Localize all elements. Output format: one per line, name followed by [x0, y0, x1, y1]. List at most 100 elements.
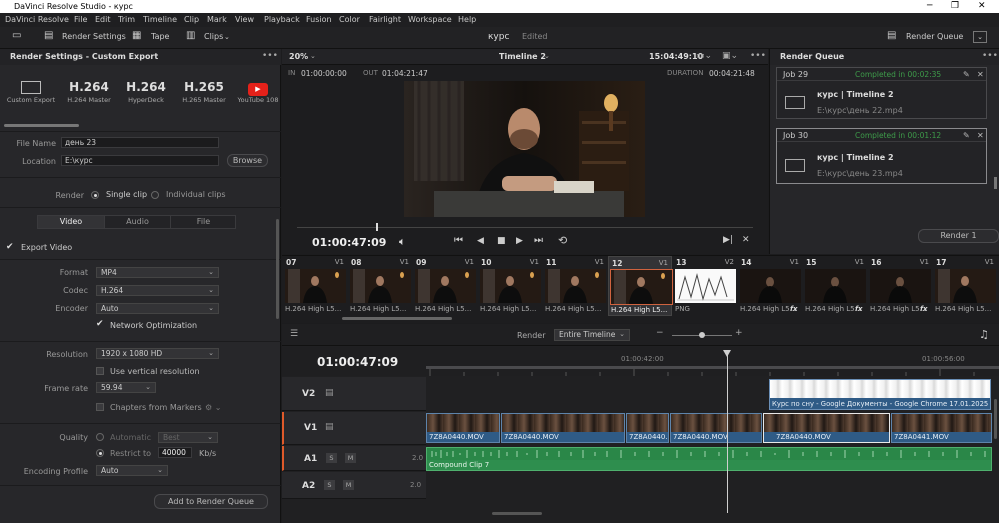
fullscreen-icon[interactable]: ⌄ — [973, 31, 987, 43]
format-select[interactable]: MP4 ⌄ — [96, 267, 219, 278]
menu-mark[interactable]: Mark — [207, 13, 227, 27]
render-settings-toggle[interactable]: Render Settings — [62, 32, 126, 41]
zoom-out-icon[interactable]: − — [656, 328, 664, 338]
v1-clip[interactable]: 7Z8A0440.MOV — [763, 413, 890, 443]
timeline-hscrollbar[interactable] — [492, 512, 542, 515]
render-queue-icon[interactable]: ▤ — [887, 30, 896, 41]
track-header-v1[interactable]: V1 ▤ — [282, 412, 426, 445]
codec-select[interactable]: H.264 ⌄ — [96, 285, 219, 296]
track-film-icon[interactable]: ▤ — [325, 388, 334, 398]
browse-button[interactable]: Browse — [227, 154, 268, 167]
tab-audio[interactable]: Audio — [104, 216, 170, 228]
menu-file[interactable]: File — [74, 13, 87, 27]
zoom-in-icon[interactable]: + — [735, 328, 743, 338]
mute-button[interactable]: M — [345, 453, 356, 463]
preset-h265-master[interactable]: H.265 H.265 Master — [176, 80, 232, 104]
individual-clips-radio[interactable] — [151, 191, 159, 199]
menu-timeline[interactable]: Timeline — [143, 13, 177, 27]
network-optimization-checkbox[interactable]: ✔ — [96, 319, 104, 329]
timeline-name[interactable]: Timeline 2 — [499, 52, 546, 61]
menu-view[interactable]: View — [235, 13, 254, 27]
menu-trim[interactable]: Trim — [118, 13, 135, 27]
close-icon[interactable]: ✕ — [978, 0, 986, 13]
clip-thumbnail[interactable]: 07 V1 H.264 High L5... — [283, 256, 347, 316]
render-queue-toggle[interactable]: Render Queue — [906, 32, 963, 41]
resolution-select[interactable]: 1920 x 1080 HD ⌄ — [96, 348, 219, 359]
play-reverse-icon[interactable]: ◀ — [477, 236, 484, 246]
menu-color[interactable]: Color — [339, 13, 360, 27]
v1-clip[interactable]: 7Z8A0440.MOV — [501, 413, 625, 443]
menu-help[interactable]: Help — [458, 13, 476, 27]
automatic-radio[interactable] — [96, 433, 104, 441]
timeline-vscrollbar[interactable] — [994, 399, 997, 439]
quality-best-select[interactable]: Best ⌄ — [158, 432, 218, 443]
v1-clip[interactable]: 7Z8A0440.MOV — [426, 413, 500, 443]
chevron-down-icon[interactable]: ⌄ — [310, 52, 316, 60]
mute-button[interactable]: M — [343, 480, 354, 490]
track-header-a2[interactable]: A2 S M 2.0 — [282, 472, 426, 499]
solo-button[interactable]: S — [324, 480, 335, 490]
preset-scrollbar[interactable] — [4, 124, 79, 127]
encoding-profile-select[interactable]: Auto ⌄ — [96, 465, 168, 476]
playhead-handle[interactable] — [723, 350, 731, 357]
close-icon[interactable]: ✕ — [742, 235, 750, 245]
maximize-icon[interactable]: ❐ — [951, 0, 959, 13]
export-video-checkbox[interactable]: ✔ — [6, 242, 14, 252]
skip-to-start-icon[interactable]: ⏮︎ — [454, 235, 463, 246]
next-clip-icon[interactable]: ▶| — [723, 235, 733, 245]
track-header-v2[interactable]: V2 ▤ — [282, 377, 426, 411]
solo-button[interactable]: S — [326, 453, 337, 463]
more-options-icon[interactable]: ••• — [262, 51, 278, 61]
clip-thumbnail[interactable]: 13 V2 PNG — [673, 256, 737, 316]
clip-thumbnail[interactable]: 11 V1 H.264 High L5... — [543, 256, 607, 316]
file-name-input[interactable]: день 23 — [61, 137, 219, 148]
menu-davinci[interactable]: DaVinci Resolve — [5, 13, 69, 27]
chapters-checkbox[interactable] — [96, 403, 104, 411]
more-options-icon[interactable]: ••• — [750, 51, 766, 61]
clip-thumbnail[interactable]: 09 V1 H.264 High L5... — [413, 256, 477, 316]
viewer-options-icon[interactable]: ▭⌄ — [696, 51, 712, 61]
clips-toggle[interactable]: Clips — [204, 32, 223, 41]
scrub-bar[interactable] — [297, 227, 753, 228]
tape-icon[interactable]: ▦ — [132, 30, 141, 41]
chevron-down-icon[interactable]: ⌄ — [224, 33, 230, 41]
a1-compound-clip[interactable]: Compound Clip 7 — [426, 447, 992, 471]
more-options-icon[interactable]: ••• — [982, 51, 998, 61]
frame-rate-select[interactable]: 59.94 ⌄ — [96, 382, 156, 393]
clip-thumbnail[interactable]: 08 V1 H.264 High L5... — [348, 256, 412, 316]
clip-thumbnail[interactable]: 14 V1 H.264 High L5... fx — [738, 256, 802, 316]
timeline-ruler[interactable]: 01:00:42:00 01:00:56:00 — [426, 347, 999, 376]
viewer-mode-icon[interactable]: ▣⌄ — [722, 51, 738, 61]
tab-video[interactable]: Video — [38, 216, 104, 228]
render-button[interactable]: Render 1 — [918, 229, 999, 243]
menu-playback[interactable]: Playback — [264, 13, 300, 27]
play-icon[interactable]: ▶ — [516, 236, 523, 246]
queue-scrollbar[interactable] — [994, 177, 997, 189]
menu-clip[interactable]: Clip — [184, 13, 199, 27]
clip-thumbnail[interactable]: 10 V1 H.264 High L5... — [478, 256, 542, 316]
loop-icon[interactable]: ⟲ — [558, 234, 567, 247]
audio-meter-icon[interactable]: ♫ — [979, 328, 989, 341]
chapters-settings-icon[interactable]: ⚙ ⌄ — [205, 403, 221, 412]
scrub-playhead[interactable] — [376, 223, 378, 231]
chevron-down-icon[interactable]: ⌄ — [544, 52, 550, 60]
track-header-a1[interactable]: A1 S M 2.0 — [282, 446, 426, 471]
preset-custom-export[interactable]: Custom Export — [4, 80, 58, 104]
volume-icon[interactable]: 🔈︎ — [399, 235, 406, 249]
edit-icon[interactable]: ✎ — [963, 68, 970, 81]
settings-scrollbar[interactable] — [276, 219, 279, 319]
v1-clip[interactable]: 7Z8A0440... — [626, 413, 669, 443]
preset-h264-master[interactable]: H.264 H.264 Master — [61, 80, 117, 104]
track-film-icon[interactable]: ▤ — [325, 422, 334, 432]
minimize-icon[interactable]: ─ — [927, 0, 932, 13]
v1-clip[interactable]: 7Z8A0440.MOV — [670, 413, 762, 443]
menu-edit[interactable]: Edit — [95, 13, 111, 27]
add-to-render-queue-button[interactable]: Add to Render Queue — [154, 494, 268, 509]
thumbnail-scrollbar[interactable] — [342, 317, 452, 320]
skip-to-end-icon[interactable]: ⏭︎ — [534, 235, 543, 246]
clips-icon[interactable]: ▥ — [186, 30, 195, 41]
v1-clip[interactable]: 7Z8A0441.MOV — [891, 413, 992, 443]
preset-youtube[interactable]: ▶ YouTube 108 — [235, 80, 281, 104]
v2-clip[interactable]: Курс по сну - Google Документы - Google … — [769, 379, 991, 410]
close-icon[interactable]: ✕ — [977, 68, 984, 81]
